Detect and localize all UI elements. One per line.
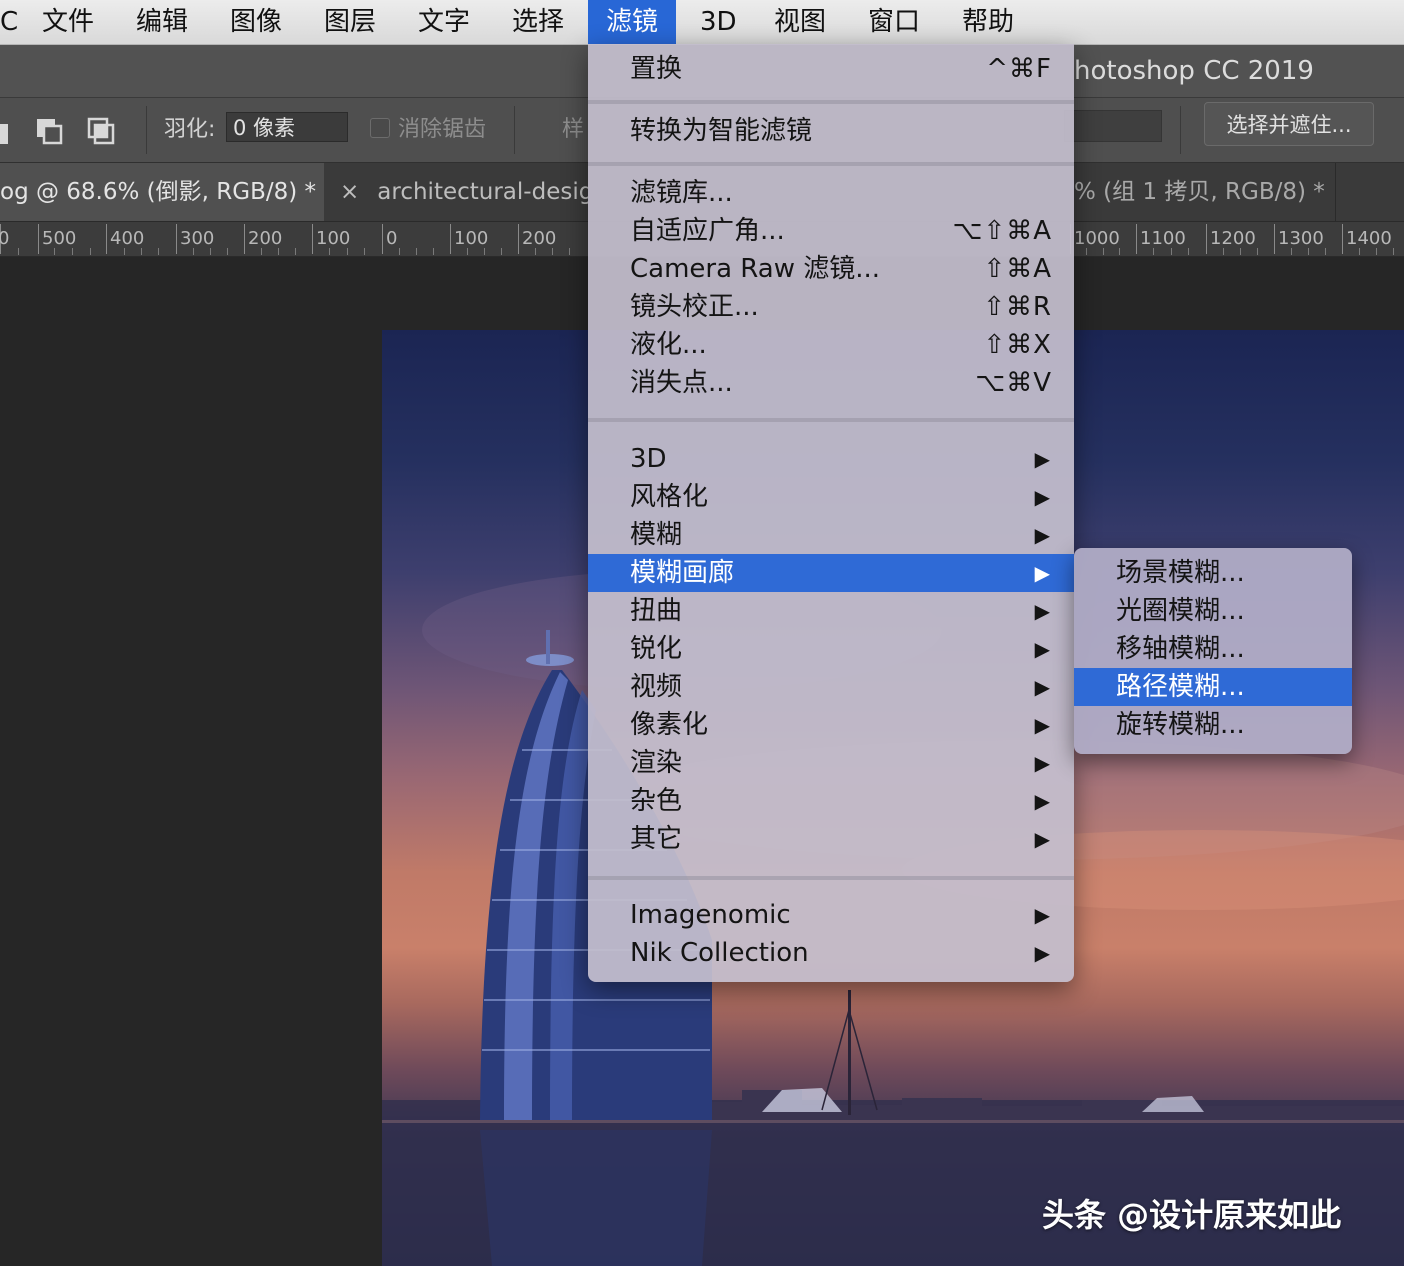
submenu-item-spin-blur[interactable]: 旋转模糊... [1074, 706, 1352, 744]
ruler-label: 1100 [1140, 228, 1186, 249]
antialias-label: 消除锯齿 [398, 117, 487, 142]
ruler-label: 1200 [1210, 228, 1256, 249]
menu-item-pixelate[interactable]: 像素化 ▶ [588, 706, 1074, 744]
menu-item-noise[interactable]: 杂色 ▶ [588, 782, 1074, 820]
ruler-label: 0 [0, 228, 9, 249]
ruler-label: 300 [180, 228, 215, 249]
feather-label: 羽化: [164, 117, 216, 142]
ruler-label: 200 [522, 228, 557, 249]
submenu-item-field-blur[interactable]: 场景模糊... [1074, 554, 1352, 592]
blur-gallery-submenu: 场景模糊... 光圈模糊... 移轴模糊... 路径模糊... 旋转模糊... [1074, 548, 1352, 754]
window-title: hotoshop CC 2019 [1074, 56, 1314, 86]
tab-group-copy-document[interactable]: % (组 1 拷贝, RGB/8) * [1074, 163, 1336, 221]
style-label: 样 [562, 117, 585, 142]
options-divider [1180, 106, 1181, 154]
ruler-label: 1400 [1346, 228, 1392, 249]
menubar-help[interactable]: 帮助 [944, 0, 1032, 44]
shortcut-label: ⌥⌘V [975, 368, 1052, 398]
subtract-from-selection-icon[interactable] [34, 116, 64, 146]
shortcut-label: ⌥⇧⌘A [952, 216, 1052, 246]
submenu-arrow-icon: ▶ [1034, 751, 1050, 775]
options-divider [514, 106, 515, 154]
menu-separator [588, 162, 1074, 166]
antialias-checkbox[interactable] [370, 118, 390, 138]
menu-item-stylize[interactable]: 风格化 ▶ [588, 478, 1074, 516]
submenu-item-path-blur[interactable]: 路径模糊... [1074, 668, 1352, 706]
shortcut-label: ^⌘F [986, 54, 1052, 84]
submenu-arrow-icon: ▶ [1034, 827, 1050, 851]
menu-item-distort[interactable]: 扭曲 ▶ [588, 592, 1074, 630]
submenu-arrow-icon: ▶ [1034, 789, 1050, 813]
menu-item-video[interactable]: 视频 ▶ [588, 668, 1074, 706]
menu-item-3d[interactable]: 3D ▶ [588, 440, 1074, 478]
ruler-label: 0 [386, 228, 398, 249]
submenu-arrow-icon: ▶ [1034, 523, 1050, 547]
menu-item-blur[interactable]: 模糊 ▶ [588, 516, 1074, 554]
menu-item-liquify[interactable]: 液化... ⇧⌘X [588, 326, 1074, 364]
menu-separator [588, 100, 1074, 104]
select-and-mask-button[interactable]: 选择并遮住... [1204, 102, 1374, 146]
menu-item-sharpen[interactable]: 锐化 ▶ [588, 630, 1074, 668]
menu-separator [588, 418, 1074, 422]
menubar-type[interactable]: 文字 [400, 0, 488, 44]
submenu-arrow-icon: ▶ [1034, 447, 1050, 471]
submenu-arrow-icon: ▶ [1034, 561, 1050, 585]
tab-architectural-design[interactable]: × architectural-design [326, 163, 588, 221]
submenu-arrow-icon: ▶ [1034, 485, 1050, 509]
submenu-arrow-icon: ▶ [1034, 637, 1050, 661]
menu-item-displace[interactable]: 置换 ^⌘F [588, 50, 1074, 88]
filter-dropdown-menu: 置换 ^⌘F 转换为智能滤镜 滤镜库... 自适应广角... ⌥⇧⌘A Came… [588, 44, 1074, 982]
menu-item-adaptive-wide-angle[interactable]: 自适应广角... ⌥⇧⌘A [588, 212, 1074, 250]
ruler-label: 1300 [1278, 228, 1324, 249]
menubar-filter[interactable]: 滤镜 [588, 0, 677, 44]
options-divider [146, 106, 147, 154]
close-tab-icon[interactable]: × [326, 179, 377, 205]
tab-active-label: og @ 68.6% (倒影, RGB/8) * [0, 179, 317, 205]
menu-item-lens-correction[interactable]: 镜头校正... ⇧⌘R [588, 288, 1074, 326]
submenu-arrow-icon: ▶ [1034, 941, 1050, 965]
menu-separator [588, 876, 1074, 880]
menubar-view[interactable]: 视图 [756, 0, 844, 44]
menu-item-nik-collection[interactable]: Nik Collection ▶ [588, 934, 1074, 972]
shortcut-label: ⇧⌘A [983, 254, 1052, 284]
ruler-label: 100 [454, 228, 489, 249]
tab-second-label: architectural-design [377, 179, 588, 205]
menu-item-filter-gallery[interactable]: 滤镜库... [588, 174, 1074, 212]
ruler-label: 400 [110, 228, 145, 249]
submenu-arrow-icon: ▶ [1034, 713, 1050, 737]
menubar-select[interactable]: 选择 [494, 0, 582, 44]
menu-item-other[interactable]: 其它 ▶ [588, 820, 1074, 858]
submenu-arrow-icon: ▶ [1034, 903, 1050, 927]
shortcut-label: ⇧⌘X [983, 330, 1052, 360]
shortcut-label: ⇧⌘R [983, 292, 1052, 322]
menu-item-render[interactable]: 渲染 ▶ [588, 744, 1074, 782]
menu-item-imagenomic[interactable]: Imagenomic ▶ [588, 896, 1074, 934]
tab-active-document[interactable]: og @ 68.6% (倒影, RGB/8) * [0, 163, 324, 221]
submenu-arrow-icon: ▶ [1034, 675, 1050, 699]
menu-item-blur-gallery[interactable]: 模糊画廊 ▶ [588, 554, 1074, 592]
menu-item-camera-raw[interactable]: Camera Raw 滤镜... ⇧⌘A [588, 250, 1074, 288]
watermark-text: 头条 @设计原来如此 [1042, 1196, 1342, 1234]
ruler-label: 200 [248, 228, 283, 249]
width-field[interactable] [1064, 110, 1162, 142]
app-menubar: C 文件 编辑 图像 图层 文字 选择 滤镜 3D 视图 窗口 帮助 [0, 0, 1404, 45]
ruler-label: 1000 [1074, 228, 1120, 249]
menubar-layer[interactable]: 图层 [306, 0, 394, 44]
menubar-3d[interactable]: 3D [682, 0, 755, 44]
menubar-file[interactable]: 文件 [24, 0, 112, 44]
intersect-selection-icon[interactable] [86, 116, 116, 146]
menubar-image[interactable]: 图像 [212, 0, 300, 44]
menubar-window[interactable]: 窗口 [850, 0, 938, 44]
menu-item-convert-smart-filter[interactable]: 转换为智能滤镜 [588, 112, 1074, 150]
submenu-item-iris-blur[interactable]: 光圈模糊... [1074, 592, 1352, 630]
menu-item-vanishing-point[interactable]: 消失点... ⌥⌘V [588, 364, 1074, 402]
submenu-arrow-icon: ▶ [1034, 599, 1050, 623]
menubar-edit[interactable]: 编辑 [118, 0, 206, 44]
tab-third-label: % (组 1 拷贝, RGB/8) * [1074, 179, 1325, 205]
ruler-label: 500 [42, 228, 77, 249]
ruler-label: 100 [316, 228, 351, 249]
add-to-selection-icon[interactable] [0, 116, 16, 146]
feather-input[interactable]: 0 像素 [226, 112, 348, 142]
submenu-item-tilt-shift[interactable]: 移轴模糊... [1074, 630, 1352, 668]
